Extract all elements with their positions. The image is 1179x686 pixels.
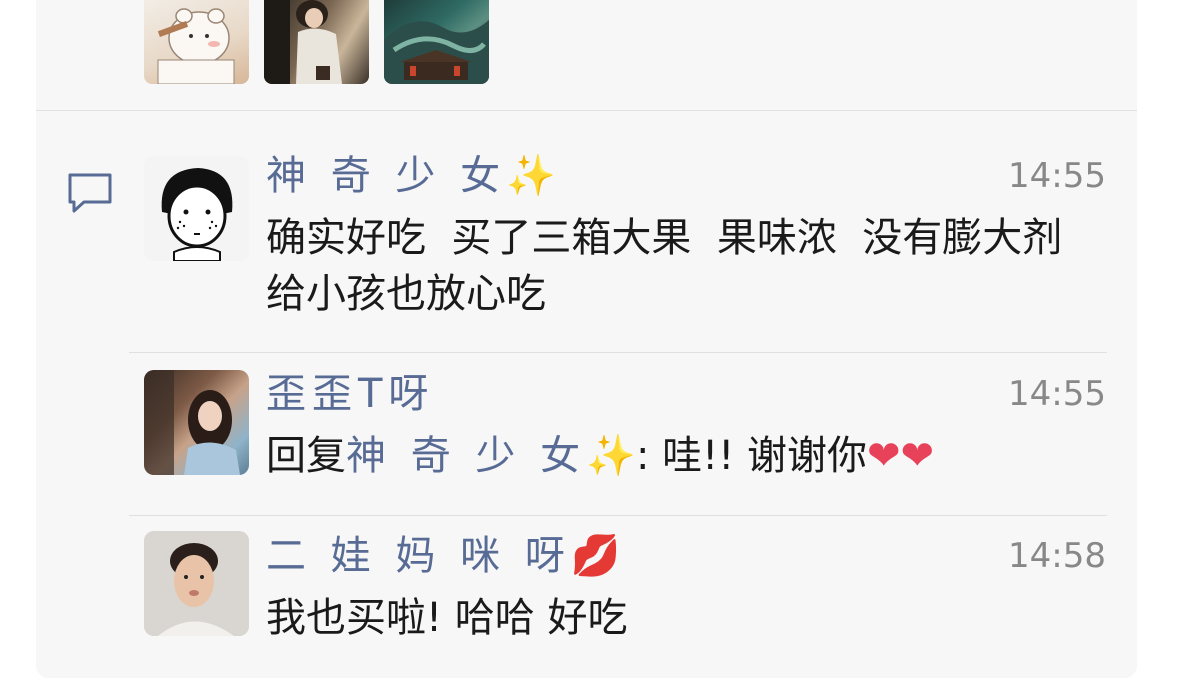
comment-time: 14:55 (1008, 156, 1106, 196)
reply-prefix: 回复 (266, 433, 346, 479)
comment-divider (129, 515, 1107, 516)
image-thumbnail-1[interactable] (144, 0, 249, 84)
comment-time: 14:58 (1008, 536, 1106, 576)
comment-text: 确实好吃 买了三箱大果 果味浓 没有膨大剂 给小孩也放心吃 (266, 215, 1088, 317)
sparkles-icon: ✨ (506, 153, 556, 199)
kiss-mark-icon: 💋 (570, 533, 621, 579)
reply-text: : 哇!! 谢谢你 (635, 433, 867, 479)
comment-text: 我也买啦! 哈哈 好吃 (266, 595, 628, 641)
avatar[interactable] (144, 370, 249, 475)
heart-icon: ❤❤ (866, 433, 934, 479)
commenter-name[interactable]: 二 娃 妈 咪 呀💋 (266, 530, 621, 582)
image-thumbnail-3[interactable] (384, 0, 489, 84)
comment-divider (129, 352, 1107, 353)
comment-panel: 神 奇 少 女✨ 14:55 确实好吃 买了三箱大果 果味浓 没有膨大剂 给小孩… (36, 0, 1137, 678)
commenter-name[interactable]: 歪歪T呀 (266, 368, 434, 420)
section-divider (36, 110, 1137, 111)
reply-to-name[interactable]: 神 奇 少 女 (346, 433, 586, 479)
image-thumbnail-2[interactable] (264, 0, 369, 84)
comment-text: 回复神 奇 少 女✨: 哇!! 谢谢你❤❤ (266, 428, 1108, 484)
commenter-name[interactable]: 神 奇 少 女✨ (266, 150, 556, 202)
comment-bubble-icon (66, 172, 114, 214)
avatar[interactable] (144, 531, 249, 636)
sparkles-icon: ✨ (586, 433, 636, 479)
comment-time: 14:55 (1008, 374, 1106, 414)
avatar[interactable] (144, 156, 249, 261)
